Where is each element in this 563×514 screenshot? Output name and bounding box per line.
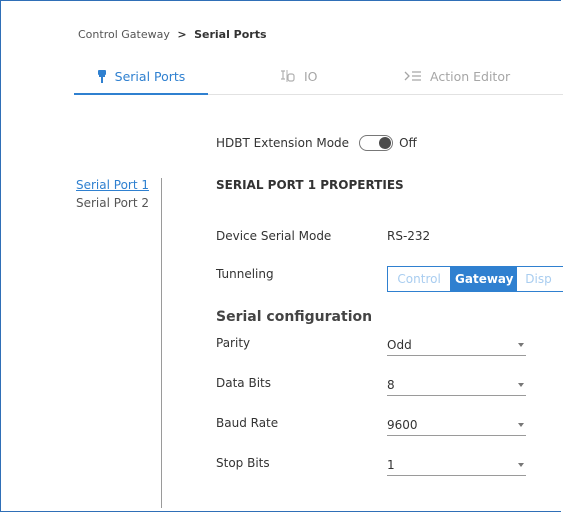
device-serial-mode-label: Device Serial Mode (216, 229, 332, 243)
tab-label: Serial Ports (114, 68, 186, 84)
stop-bits-value: 1 (387, 458, 395, 472)
toggle-state-label: Off (399, 136, 417, 150)
action-editor-icon (404, 70, 422, 82)
chevron-down-icon (518, 343, 524, 347)
serial-configuration-heading: Serial configuration (216, 309, 373, 325)
breadcrumb-parent[interactable]: Control Gateway (78, 28, 170, 41)
breadcrumb-separator: > (177, 28, 187, 41)
baud-rate-label: Baud Rate (216, 416, 279, 430)
baud-rate-value: 9600 (387, 418, 418, 432)
hdbt-extension-label: HDBT Extension Mode (216, 136, 350, 150)
tunneling-label: Tunneling (216, 267, 274, 281)
port-list: Serial Port 1 Serial Port 2 (76, 178, 149, 214)
io-icon (280, 69, 296, 83)
device-serial-mode-value: RS-232 (387, 229, 431, 243)
tab-action-editor[interactable]: Action Editor (404, 58, 510, 94)
tunneling-option-gateway[interactable]: Gateway (451, 267, 518, 291)
tab-label: Action Editor (430, 68, 511, 84)
data-bits-label: Data Bits (216, 376, 271, 390)
stop-bits-label: Stop Bits (216, 456, 270, 470)
tunneling-option-control[interactable]: Control (388, 267, 452, 291)
port-item-1[interactable]: Serial Port 1 (76, 178, 149, 192)
tab-label: IO (304, 68, 318, 84)
hdbt-extension-toggle[interactable] (359, 135, 394, 151)
tab-serial-ports[interactable]: Serial Ports (74, 58, 208, 95)
chevron-down-icon (518, 423, 524, 427)
stop-bits-select[interactable]: 1 (387, 457, 526, 476)
data-bits-value: 8 (387, 378, 395, 392)
tunneling-option-disp[interactable]: Disp (517, 267, 563, 291)
divider (161, 178, 162, 508)
tab-io[interactable]: IO (280, 58, 318, 94)
parity-label: Parity (216, 336, 251, 350)
breadcrumb-current: Serial Ports (194, 28, 267, 41)
chevron-down-icon (518, 383, 524, 387)
port-item-2[interactable]: Serial Port 2 (76, 196, 149, 210)
baud-rate-select[interactable]: 9600 (387, 417, 526, 436)
data-bits-select[interactable]: 8 (387, 377, 526, 396)
tab-bar: Serial Ports IO Action Editor (74, 58, 563, 95)
parity-value: Odd (387, 338, 412, 352)
properties-title: SERIAL PORT 1 PROPERTIES (216, 178, 404, 192)
tunneling-segmented-control: Control Gateway Disp (387, 266, 563, 292)
plug-icon (97, 69, 107, 83)
chevron-down-icon (518, 463, 524, 467)
parity-select[interactable]: Odd (387, 337, 526, 356)
breadcrumb: Control Gateway > Serial Ports (78, 28, 267, 41)
hdbt-extension-mode: HDBT Extension Mode Off (216, 135, 417, 151)
